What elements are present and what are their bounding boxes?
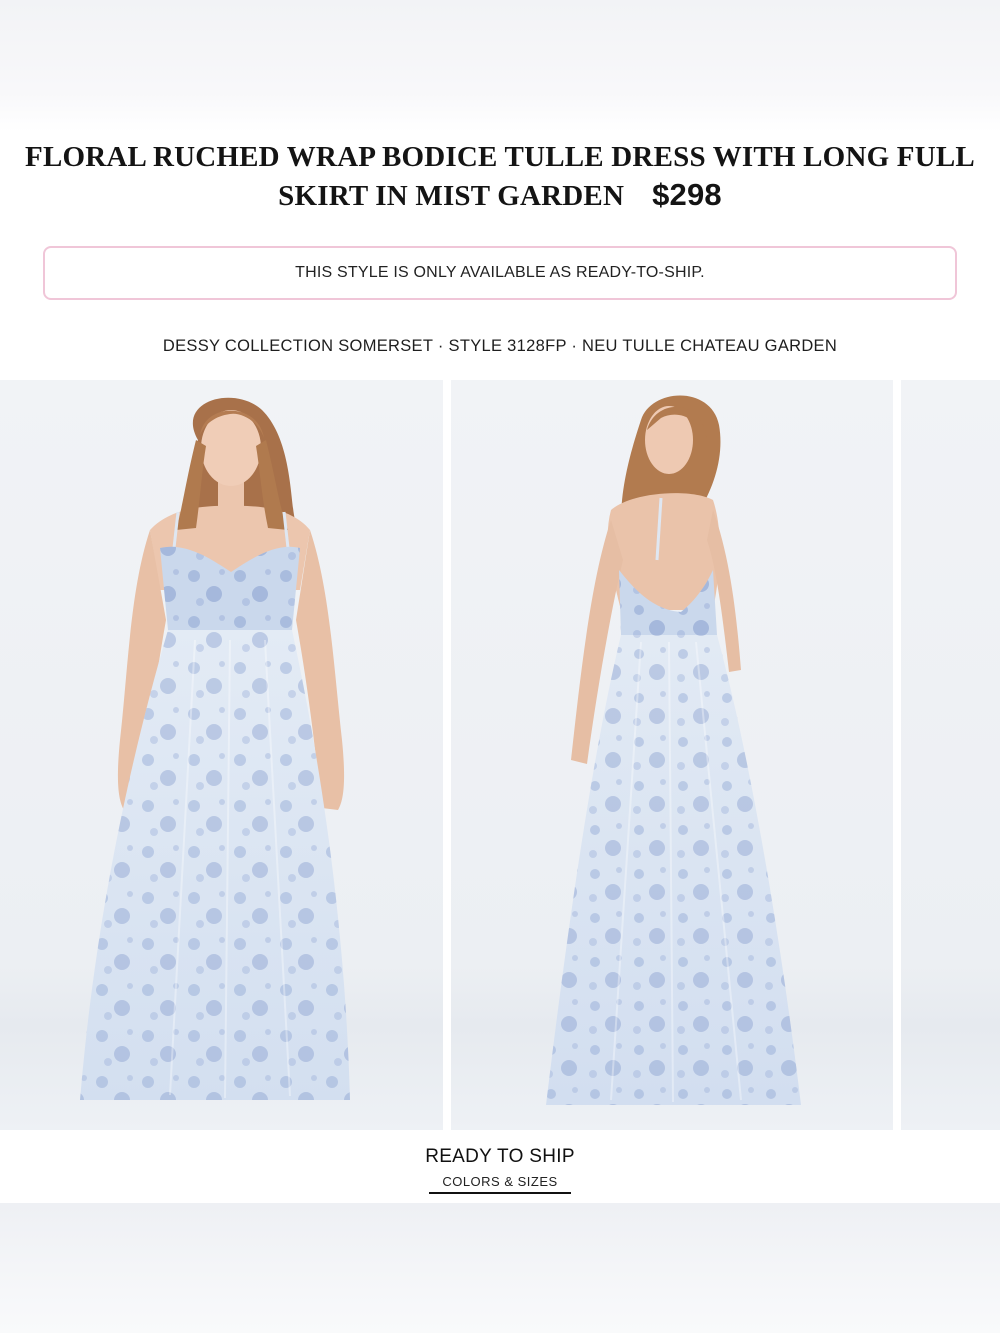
- bottom-fade: [0, 1203, 1000, 1333]
- dress-back-illustration: [546, 395, 801, 1105]
- product-image-back[interactable]: [451, 380, 893, 1130]
- tab-ready-to-ship[interactable]: READY TO SHIP COLORS & SIZES: [0, 1130, 1000, 1203]
- notice-text: THIS STYLE IS ONLY AVAILABLE AS READY-TO…: [295, 264, 705, 281]
- product-title: FLORAL RUCHED WRAP BODICE TULLE DRESS WI…: [20, 138, 980, 215]
- product-image-partial[interactable]: [901, 380, 1000, 1130]
- tab-subtitle: COLORS & SIZES: [442, 1174, 558, 1189]
- product-price: $298: [652, 177, 722, 212]
- product-image-front[interactable]: [0, 380, 443, 1130]
- style-details: DESSY COLLECTION SOMERSET · STYLE 3128FP…: [162, 337, 838, 355]
- dress-front-illustration: [80, 397, 350, 1100]
- product-name: FLORAL RUCHED WRAP BODICE TULLE DRESS WI…: [25, 141, 975, 212]
- product-image-gallery[interactable]: [0, 380, 1000, 1130]
- ready-to-ship-notice: THIS STYLE IS ONLY AVAILABLE AS READY-TO…: [43, 246, 957, 300]
- tab-active-underline: [429, 1192, 571, 1194]
- top-fade: [0, 0, 1000, 132]
- tab-title: READY TO SHIP: [425, 1146, 575, 1167]
